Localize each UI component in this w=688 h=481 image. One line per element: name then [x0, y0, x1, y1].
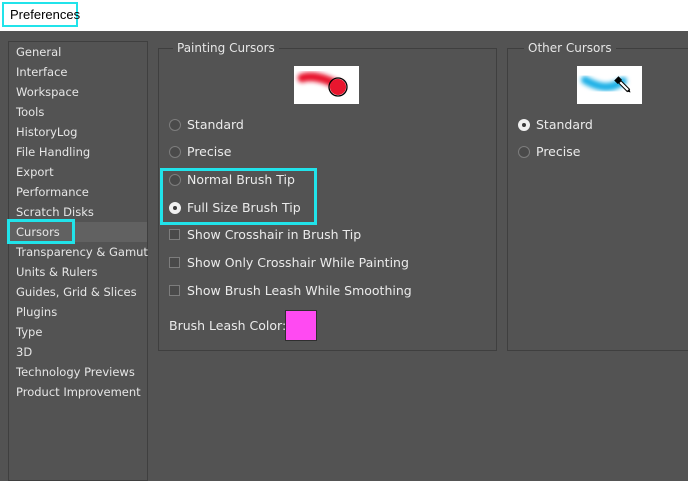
sidebar-item-workspace[interactable]: Workspace	[9, 82, 147, 102]
sidebar-item-3d[interactable]: 3D	[9, 342, 147, 362]
painting-standard-radio[interactable]	[169, 119, 181, 131]
painting-standard-label: Standard	[187, 117, 244, 132]
other-cursors-title: Other Cursors	[524, 41, 616, 55]
brush-tip-preview-icon	[297, 72, 348, 97]
sidebar-item-units-rulers[interactable]: Units & Rulers	[9, 262, 147, 282]
painting-precise-option[interactable]: Precise	[169, 142, 469, 162]
painting-cursor-preview	[294, 66, 359, 104]
sidebar-item-transparency-gamut[interactable]: Transparency & Gamut	[9, 242, 148, 262]
sidebar-item-guides-grid-slices[interactable]: Guides, Grid & Slices	[9, 282, 147, 302]
show-only-crosshair-checkbox[interactable]	[169, 257, 180, 268]
other-standard-label: Standard	[536, 117, 593, 132]
other-cursor-preview	[577, 66, 642, 104]
normal-brush-tip-label: Normal Brush Tip	[187, 172, 295, 187]
painting-cursors-title: Painting Cursors	[173, 41, 279, 55]
sidebar-item-technology-previews[interactable]: Technology Previews	[9, 362, 147, 382]
eyedropper-preview-icon	[581, 76, 631, 93]
sidebar-item-performance[interactable]: Performance	[9, 182, 147, 202]
sidebar-item-tools[interactable]: Tools	[9, 102, 147, 122]
painting-cursors-group: Painting Cursors Standard Precise Normal…	[158, 41, 497, 351]
show-only-crosshair-label: Show Only Crosshair While Painting	[187, 255, 409, 270]
other-precise-option[interactable]: Precise	[518, 142, 678, 162]
show-brush-leash-checkbox[interactable]	[169, 285, 180, 296]
full-size-brush-tip-option[interactable]: Full Size Brush Tip	[169, 198, 469, 218]
window-title: Preferences	[2, 2, 80, 27]
other-precise-label: Precise	[536, 144, 581, 159]
sidebar-item-scratch-disks[interactable]: Scratch Disks	[9, 202, 147, 222]
full-size-brush-tip-radio[interactable]	[169, 202, 181, 214]
painting-precise-radio[interactable]	[169, 146, 181, 158]
title-bar: Preferences	[0, 0, 688, 31]
preferences-category-list[interactable]: General Interface Workspace Tools Histor…	[7, 41, 148, 481]
other-precise-radio[interactable]	[518, 146, 530, 158]
sidebar-item-interface[interactable]: Interface	[9, 62, 147, 82]
other-standard-radio[interactable]	[518, 119, 530, 131]
normal-brush-tip-radio[interactable]	[169, 174, 181, 186]
brush-leash-color-swatch[interactable]	[285, 310, 317, 341]
sidebar-item-cursors[interactable]: Cursors	[9, 222, 147, 242]
show-brush-leash-label: Show Brush Leash While Smoothing	[187, 283, 412, 298]
sidebar-item-type[interactable]: Type	[9, 322, 147, 342]
sidebar-item-plugins[interactable]: Plugins	[9, 302, 147, 322]
normal-brush-tip-option[interactable]: Normal Brush Tip	[169, 170, 469, 190]
other-cursors-group: Other Cursors Standard Precise	[507, 41, 688, 351]
brush-leash-color-text: Brush Leash Color:	[169, 318, 287, 333]
sidebar-item-file-handling[interactable]: File Handling	[9, 142, 147, 162]
full-size-brush-tip-label: Full Size Brush Tip	[187, 200, 301, 215]
sidebar-item-general[interactable]: General	[9, 42, 147, 62]
painting-standard-option[interactable]: Standard	[169, 115, 469, 135]
show-crosshair-checkbox[interactable]	[169, 229, 180, 240]
painting-precise-label: Precise	[187, 144, 232, 159]
brush-leash-color-label: Brush Leash Color:	[169, 316, 289, 336]
show-crosshair-label: Show Crosshair in Brush Tip	[187, 227, 362, 242]
other-standard-option[interactable]: Standard	[518, 115, 678, 135]
sidebar-item-history-log[interactable]: HistoryLog	[9, 122, 147, 142]
sidebar-item-export[interactable]: Export	[9, 162, 147, 182]
sidebar-item-product-improvement[interactable]: Product Improvement	[9, 382, 147, 402]
show-crosshair-option[interactable]: Show Crosshair in Brush Tip	[169, 225, 489, 245]
show-brush-leash-option[interactable]: Show Brush Leash While Smoothing	[169, 281, 489, 301]
show-only-crosshair-option[interactable]: Show Only Crosshair While Painting	[169, 253, 489, 273]
